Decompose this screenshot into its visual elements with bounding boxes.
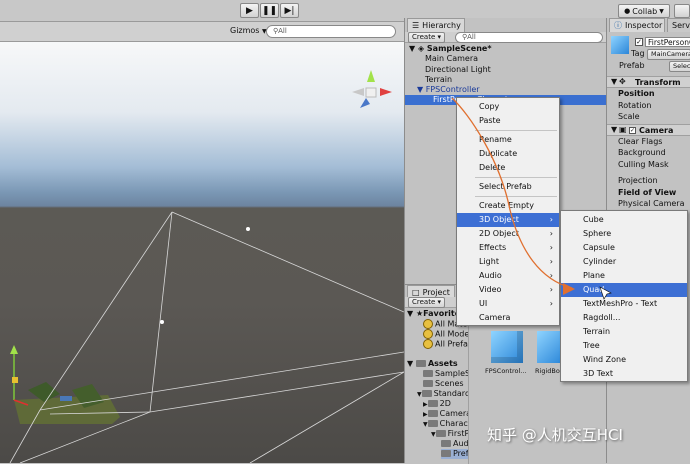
watermark: 知乎 @人机交互HCI — [487, 426, 623, 444]
annotation-overlay — [451, 97, 612, 300]
annotation-arrowhead-icon — [563, 283, 575, 295]
mouse-cursor-icon — [599, 286, 612, 300]
annotation-arrow-path — [451, 97, 573, 289]
